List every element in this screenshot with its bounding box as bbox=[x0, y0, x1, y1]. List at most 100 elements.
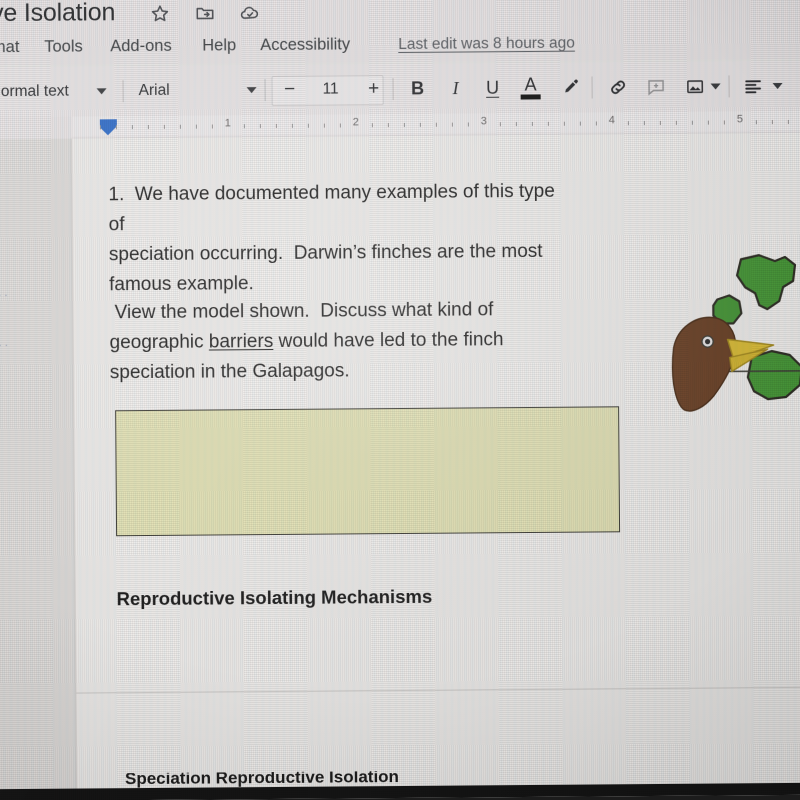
toolbar-divider-2 bbox=[264, 79, 266, 102]
toolbar-divider-3 bbox=[392, 78, 394, 101]
finch-and-islands-artwork[interactable] bbox=[655, 253, 800, 434]
google-docs-window: tive Isolation ormat Tools Add-ons Help … bbox=[0, 0, 800, 800]
ruler-tick bbox=[179, 124, 181, 129]
section-heading[interactable]: Reproductive Isolating Mechanisms bbox=[117, 586, 433, 610]
barriers-link[interactable]: barriers bbox=[209, 331, 274, 353]
island-shape-north bbox=[735, 254, 797, 311]
ruler-tick bbox=[307, 123, 309, 128]
menu-bar: ormat Tools Add-ons Help Accessibility L… bbox=[0, 28, 800, 66]
ruler-tick bbox=[643, 121, 645, 126]
document-page[interactable]: 1. We have documented many examples of t… bbox=[71, 132, 800, 800]
document-paragraph-2[interactable]: View the model shown. Discuss what kind … bbox=[109, 295, 560, 389]
ruler-tick bbox=[707, 120, 709, 125]
increase-font-size-button[interactable]: + bbox=[365, 78, 383, 100]
ruler-tick bbox=[675, 120, 677, 125]
menu-help[interactable]: Help bbox=[202, 36, 236, 55]
ruler-tick bbox=[499, 122, 501, 127]
ruler-tick bbox=[547, 121, 549, 126]
decrease-font-size-button[interactable]: − bbox=[281, 79, 299, 101]
highlight-pen-icon[interactable] bbox=[556, 77, 584, 98]
text-color-swatch bbox=[520, 94, 541, 100]
ruler-tick bbox=[787, 119, 789, 124]
ruler-tick bbox=[515, 122, 517, 127]
ruler-tick bbox=[755, 120, 757, 125]
menu-tools[interactable]: Tools bbox=[44, 37, 83, 56]
ruler-tick bbox=[403, 122, 405, 127]
document-paragraph-1[interactable]: 1. We have documented many examples of t… bbox=[108, 177, 559, 301]
menu-accessibility[interactable]: Accessibility bbox=[260, 35, 350, 55]
ruler-tick bbox=[627, 121, 629, 126]
ruler-number: 2 bbox=[352, 116, 359, 129]
left-indent-marker-tip[interactable] bbox=[99, 127, 116, 136]
paragraph-style-dropdown[interactable]: Normal text bbox=[0, 83, 69, 102]
toolbar-divider-1 bbox=[122, 80, 124, 103]
ruler-tick bbox=[659, 120, 661, 125]
outline-dot-3[interactable]: ··· bbox=[0, 337, 11, 352]
ruler-number: 5 bbox=[736, 113, 743, 126]
ruler-tick bbox=[323, 123, 325, 128]
ruler-tick bbox=[467, 122, 469, 127]
star-icon[interactable] bbox=[149, 3, 171, 25]
last-edit-link[interactable]: Last edit was 8 hours ago bbox=[398, 35, 575, 54]
ruler-tick bbox=[595, 121, 597, 126]
answer-box[interactable] bbox=[115, 406, 621, 537]
ruler-tick bbox=[451, 122, 453, 127]
outline-dot-1[interactable]: ·· bbox=[0, 217, 3, 232]
paragraph-style-value: Normal text bbox=[0, 82, 69, 101]
ruler-tick bbox=[691, 120, 693, 125]
ruler-tick bbox=[275, 123, 277, 128]
ruler-tick bbox=[115, 125, 117, 130]
ruler-tick bbox=[291, 123, 293, 128]
toolbar: Normal text Arial − 11 + B I U A bbox=[0, 60, 800, 118]
ruler-tick bbox=[531, 121, 533, 126]
align-left-icon[interactable] bbox=[740, 75, 766, 97]
ruler-tick bbox=[243, 124, 245, 129]
finch-pupil bbox=[704, 338, 711, 345]
cloud-saved-icon[interactable] bbox=[239, 2, 261, 24]
ruler-tick bbox=[387, 123, 389, 128]
align-chevron-down-icon[interactable] bbox=[772, 83, 783, 90]
ruler-tick bbox=[771, 120, 773, 125]
ruler-tick bbox=[147, 124, 149, 129]
menu-add-ons[interactable]: Add-ons bbox=[110, 37, 172, 56]
font-family-dropdown[interactable]: Arial bbox=[139, 82, 170, 100]
paragraph-style-chevron-down-icon[interactable] bbox=[96, 88, 107, 95]
font-size-input[interactable]: 11 bbox=[318, 80, 344, 98]
toolbar-divider-5 bbox=[728, 75, 730, 98]
insert-image-chevron-down-icon[interactable] bbox=[710, 83, 721, 90]
ruler-tick bbox=[163, 124, 165, 129]
left-indent-marker[interactable] bbox=[99, 119, 117, 128]
monitor-screen: tive Isolation ormat Tools Add-ons Help … bbox=[0, 0, 800, 800]
move-to-folder-icon[interactable] bbox=[194, 2, 216, 24]
ruler-tick bbox=[195, 124, 197, 129]
insert-link-icon[interactable] bbox=[604, 76, 632, 99]
ruler-number: 1 bbox=[224, 117, 231, 130]
document-title[interactable]: tive Isolation bbox=[0, 0, 115, 28]
ruler-tick bbox=[99, 125, 101, 130]
ruler-tick bbox=[563, 121, 565, 126]
add-comment-icon[interactable] bbox=[642, 76, 670, 97]
bold-icon[interactable]: B bbox=[404, 78, 432, 99]
island-shape-south bbox=[746, 349, 800, 401]
ruler-tick bbox=[723, 120, 725, 125]
ruler-tick bbox=[339, 123, 341, 128]
ruler-tick bbox=[579, 121, 581, 126]
ruler-tick bbox=[131, 125, 133, 130]
toolbar-divider-4 bbox=[591, 76, 593, 99]
ruler-tick bbox=[371, 123, 373, 128]
font-family-chevron-down-icon[interactable] bbox=[246, 87, 257, 94]
ruler-tick bbox=[435, 122, 437, 127]
ruler-number: 3 bbox=[480, 115, 487, 128]
document-outline-rail[interactable]: ·· ··· ··· bbox=[0, 139, 77, 800]
text-color-icon[interactable]: A bbox=[516, 74, 546, 100]
finch-head bbox=[671, 316, 737, 412]
outline-dot-2[interactable]: ··· bbox=[0, 287, 10, 302]
insert-image-icon[interactable] bbox=[681, 76, 709, 97]
ruler-number: 4 bbox=[608, 114, 615, 127]
photo-of-screen: tive Isolation ormat Tools Add-ons Help … bbox=[0, 0, 800, 800]
ruler-tick bbox=[419, 122, 421, 127]
italic-icon[interactable]: I bbox=[442, 78, 470, 99]
ruler-tick bbox=[211, 124, 213, 129]
underline-icon[interactable]: U bbox=[479, 78, 507, 99]
menu-format[interactable]: ormat bbox=[0, 38, 20, 57]
